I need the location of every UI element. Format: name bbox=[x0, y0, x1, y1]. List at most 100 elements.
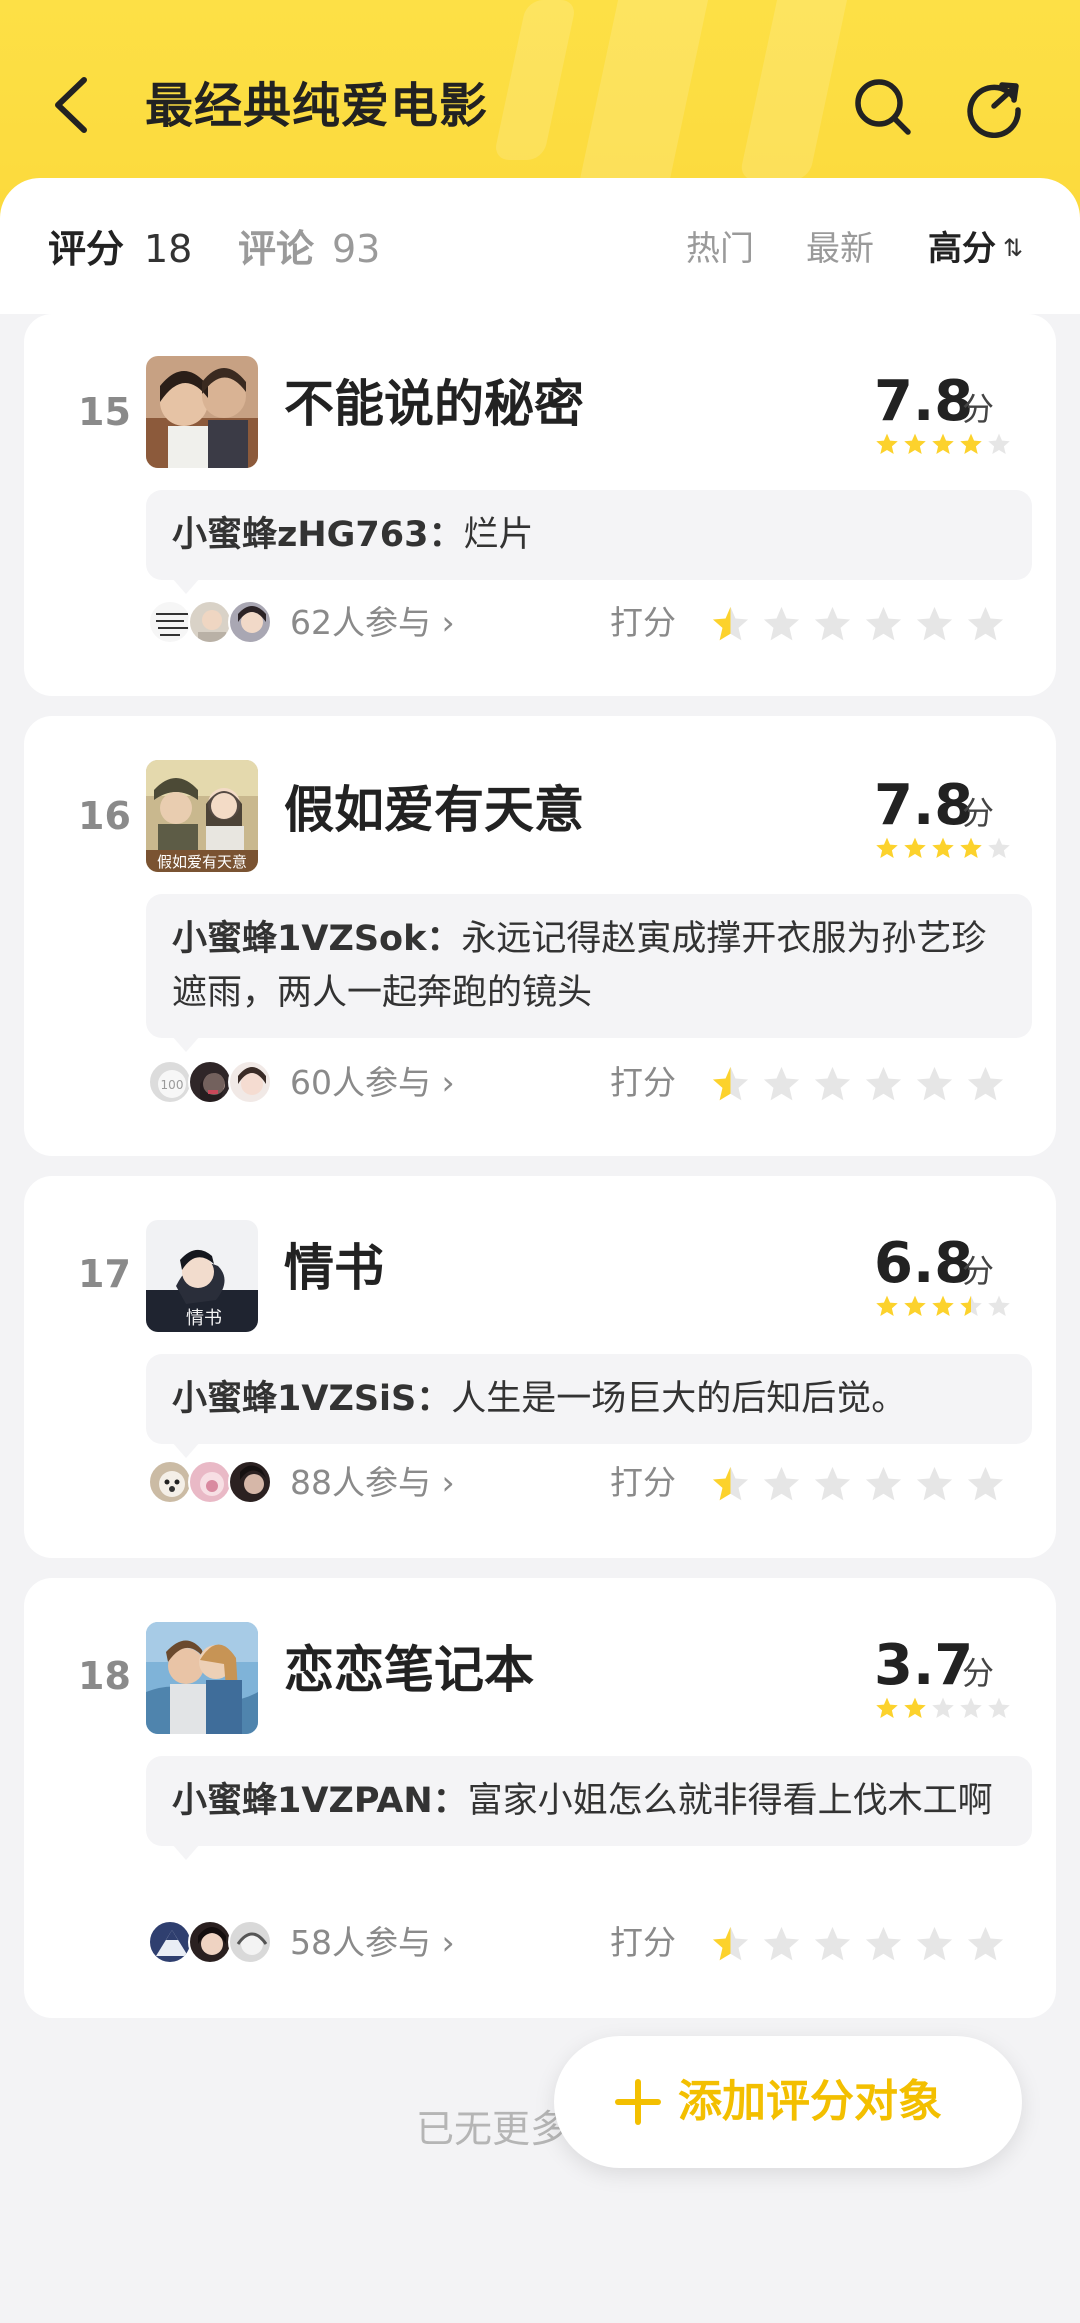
search-button[interactable] bbox=[852, 76, 914, 138]
movie-poster[interactable]: 假如爱有天意 bbox=[146, 760, 258, 872]
star-icon[interactable] bbox=[761, 1924, 802, 1964]
star-icon[interactable] bbox=[812, 1064, 853, 1104]
rate-stars[interactable] bbox=[710, 604, 1006, 644]
page-title: 最经典纯爱电影 bbox=[145, 78, 489, 134]
participants-link[interactable]: 60人参与 › bbox=[290, 1060, 455, 1106]
svg-text:假如爱有天意: 假如爱有天意 bbox=[157, 853, 247, 871]
star-icon bbox=[932, 1295, 954, 1317]
add-rating-object-button[interactable]: 添加评分对象 bbox=[554, 2036, 1022, 2168]
avatar bbox=[148, 600, 192, 644]
sort-highest[interactable]: 高分 bbox=[928, 226, 996, 272]
star-icon[interactable] bbox=[863, 1064, 904, 1104]
rate-stars[interactable] bbox=[710, 1924, 1006, 1964]
participant-avatars[interactable] bbox=[148, 600, 278, 646]
sort-newest[interactable]: 最新 bbox=[806, 226, 874, 272]
movie-title[interactable]: 情书 bbox=[284, 1238, 384, 1298]
participants-count: 88人参与 bbox=[290, 1463, 431, 1502]
star-icon[interactable] bbox=[965, 604, 1006, 644]
movie-title[interactable]: 假如爱有天意 bbox=[284, 780, 584, 840]
avatar bbox=[188, 600, 232, 644]
plus-icon bbox=[615, 2079, 661, 2125]
participants-link[interactable]: 62人参与 › bbox=[290, 600, 455, 646]
rate-stars[interactable] bbox=[710, 1464, 1006, 1504]
star-icon[interactable] bbox=[914, 604, 955, 644]
star-icon[interactable] bbox=[710, 1064, 751, 1104]
star-icon[interactable] bbox=[710, 1464, 751, 1504]
star-icon[interactable] bbox=[710, 1924, 751, 1964]
chevron-right-icon: › bbox=[441, 603, 455, 642]
list-item[interactable]: 15 不能说的秘密 7.8 分 小蜜蜂zHG763：烂片 62人参与 › 打分 bbox=[24, 314, 1056, 696]
star-icon bbox=[988, 1295, 1010, 1317]
sort-hot[interactable]: 热门 bbox=[686, 226, 754, 272]
avatar bbox=[228, 1060, 272, 1104]
avatar bbox=[188, 1460, 232, 1504]
star-icon bbox=[932, 837, 954, 859]
rate-label: 打分 bbox=[610, 1063, 676, 1102]
chevron-right-icon: › bbox=[441, 1463, 455, 1502]
star-icon[interactable] bbox=[863, 604, 904, 644]
star-icon[interactable] bbox=[965, 1064, 1006, 1104]
movie-poster[interactable]: 情书 bbox=[146, 1220, 258, 1332]
top-comment[interactable]: 小蜜蜂1VZPAN：富家小姐怎么就非得看上伐木工啊 bbox=[146, 1756, 1032, 1860]
star-icon[interactable] bbox=[710, 604, 751, 644]
comment-text: 富家小姐怎么就非得看上伐木工啊 bbox=[467, 1781, 993, 1821]
star-icon[interactable] bbox=[863, 1464, 904, 1504]
comment-username: 小蜜蜂zHG763： bbox=[172, 515, 464, 555]
tab-comment[interactable]: 评论 bbox=[238, 224, 314, 274]
score-value: 7.8 bbox=[874, 773, 974, 838]
star-icon[interactable] bbox=[914, 1924, 955, 1964]
movie-title[interactable]: 恋恋笔记本 bbox=[284, 1640, 534, 1700]
rate-stars[interactable] bbox=[710, 1064, 1006, 1104]
tab-comment-count: 93 bbox=[332, 227, 381, 271]
avatar bbox=[148, 1920, 192, 1964]
top-comment[interactable]: 小蜜蜂1VZSiS：人生是一场巨大的后知后觉。 bbox=[146, 1354, 1032, 1458]
add-button-label: 添加评分对象 bbox=[678, 2076, 942, 2127]
star-icon[interactable] bbox=[812, 1464, 853, 1504]
movie-title[interactable]: 不能说的秘密 bbox=[284, 374, 584, 434]
star-icon[interactable] bbox=[863, 1924, 904, 1964]
star-icon[interactable] bbox=[965, 1464, 1006, 1504]
rank-number: 16 bbox=[78, 794, 131, 838]
chevron-right-icon: › bbox=[441, 1923, 455, 1962]
participant-avatars[interactable] bbox=[148, 1920, 278, 1966]
star-icon[interactable] bbox=[761, 1064, 802, 1104]
star-icon[interactable] bbox=[812, 604, 853, 644]
participants-link[interactable]: 88人参与 › bbox=[290, 1460, 455, 1506]
star-icon bbox=[876, 1295, 898, 1317]
svg-text:100: 100 bbox=[161, 1078, 184, 1092]
svg-text:情书: 情书 bbox=[186, 1308, 222, 1329]
star-icon[interactable] bbox=[761, 604, 802, 644]
star-icon bbox=[988, 837, 1010, 859]
star-icon bbox=[960, 1295, 982, 1317]
avatar bbox=[228, 1460, 272, 1504]
top-comment[interactable]: 小蜜蜂zHG763：烂片 bbox=[146, 490, 1032, 594]
star-icon bbox=[876, 837, 898, 859]
back-button[interactable] bbox=[44, 70, 104, 140]
avatar bbox=[148, 1460, 192, 1504]
refresh-button[interactable] bbox=[964, 76, 1026, 139]
participants-link[interactable]: 58人参与 › bbox=[290, 1920, 455, 1966]
list-item[interactable]: 17 情书 情书 6.8 分 小蜜蜂1VZSiS：人生是一场巨大的后知后觉。 8… bbox=[24, 1176, 1056, 1558]
comment-username: 小蜜蜂1VZSiS： bbox=[172, 1379, 452, 1419]
rank-number: 15 bbox=[78, 390, 131, 434]
participant-avatars[interactable]: 100 bbox=[148, 1060, 278, 1106]
star-icon[interactable] bbox=[812, 1924, 853, 1964]
star-icon bbox=[876, 1697, 898, 1719]
movie-poster[interactable] bbox=[146, 1622, 258, 1734]
star-icon[interactable] bbox=[965, 1924, 1006, 1964]
participant-avatars[interactable] bbox=[148, 1460, 278, 1506]
rate-label: 打分 bbox=[610, 603, 676, 642]
no-more-text: 已无更多 bbox=[416, 2107, 569, 2151]
top-comment[interactable]: 小蜜蜂1VZSok：永远记得赵寅成撑开衣服为孙艺珍遮雨，两人一起奔跑的镜头 bbox=[146, 894, 1032, 1052]
score-unit: 分 bbox=[962, 1252, 995, 1290]
star-icon[interactable] bbox=[761, 1464, 802, 1504]
star-icon[interactable] bbox=[914, 1064, 955, 1104]
sort-toggle-icon[interactable]: ⇅ bbox=[1003, 234, 1023, 262]
list-item[interactable]: 16 假如爱有天意 假如爱有天意 7.8 分 小蜜蜂1VZSok：永远记得赵寅成… bbox=[24, 716, 1056, 1156]
movie-poster[interactable] bbox=[146, 356, 258, 468]
tab-score[interactable]: 评分 bbox=[48, 224, 124, 274]
star-icon bbox=[876, 433, 898, 455]
star-icon[interactable] bbox=[914, 1464, 955, 1504]
star-icon bbox=[932, 1697, 954, 1719]
list-item[interactable]: 18 恋恋笔记本 3.7 分 小蜜蜂1VZPAN：富家小姐怎么就非得看上伐木工啊 bbox=[24, 1578, 1056, 2018]
